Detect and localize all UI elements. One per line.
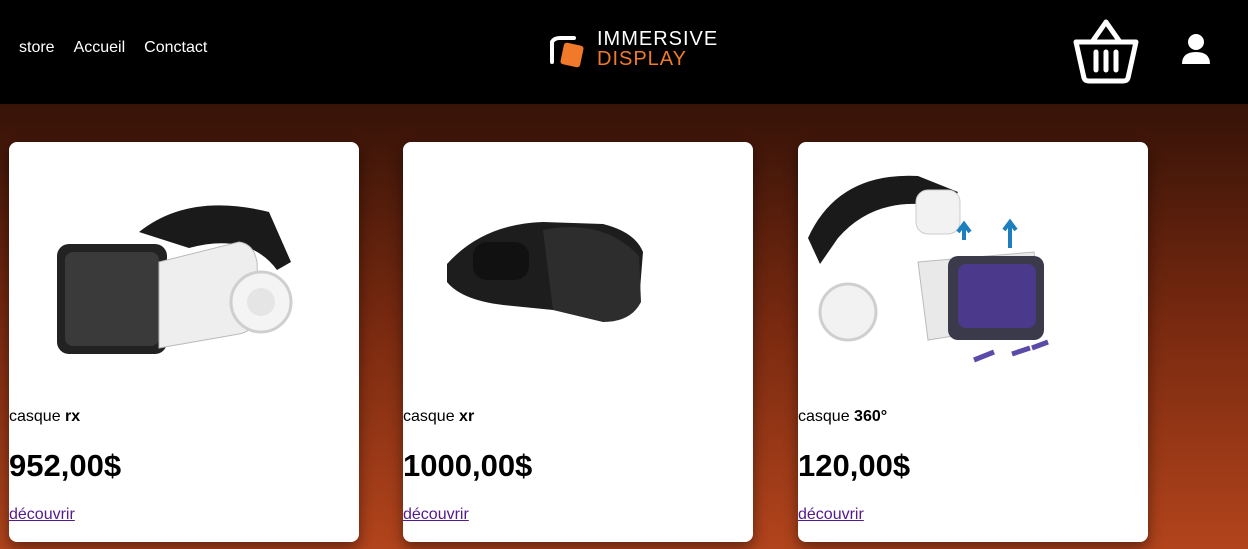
product-card: casque 360° 120,00$ découvrir — [798, 142, 1148, 542]
product-card: casque xr 1000,00$ découvrir — [403, 142, 753, 542]
product-name-prefix: casque — [798, 408, 850, 425]
product-card: casque rx 952,00$ découvrir — [9, 142, 359, 542]
product-price: 120,00$ — [798, 448, 911, 483]
discover-link[interactable]: découvrir — [9, 506, 75, 524]
product-name: casque xr — [403, 408, 474, 426]
main-nav: store Accueil Conctact — [19, 39, 207, 57]
product-name-prefix: casque — [403, 408, 455, 425]
nav-link-store[interactable]: store — [19, 39, 55, 57]
nav-link-contact[interactable]: Conctact — [144, 39, 207, 57]
product-image-vr-headset — [57, 205, 293, 354]
product-name: casque rx — [9, 408, 80, 426]
brand-name-line2: DISPLAY — [597, 48, 687, 70]
product-name: casque 360° — [798, 408, 887, 426]
discover-link[interactable]: découvrir — [798, 506, 864, 524]
product-price: 952,00$ — [9, 448, 122, 483]
brand-logo[interactable]: IMMERSIVE DISPLAY — [548, 28, 717, 72]
product-image-vr-headset — [447, 222, 643, 322]
user-icon[interactable] — [1180, 32, 1212, 66]
product-name-model: 360° — [854, 408, 888, 425]
product-price: 1000,00$ — [403, 448, 533, 483]
logo-mark-icon — [550, 36, 584, 68]
basket-icon[interactable] — [1070, 14, 1142, 84]
discover-link[interactable]: découvrir — [403, 506, 469, 524]
product-image-vr-headset — [808, 175, 1049, 363]
product-name-model: rx — [65, 408, 81, 425]
product-name-model: xr — [459, 408, 475, 425]
site-header: store Accueil Conctact IMMERSIVE DISPLAY — [0, 0, 1248, 104]
nav-link-accueil[interactable]: Accueil — [74, 39, 126, 57]
product-name-prefix: casque — [9, 408, 61, 425]
